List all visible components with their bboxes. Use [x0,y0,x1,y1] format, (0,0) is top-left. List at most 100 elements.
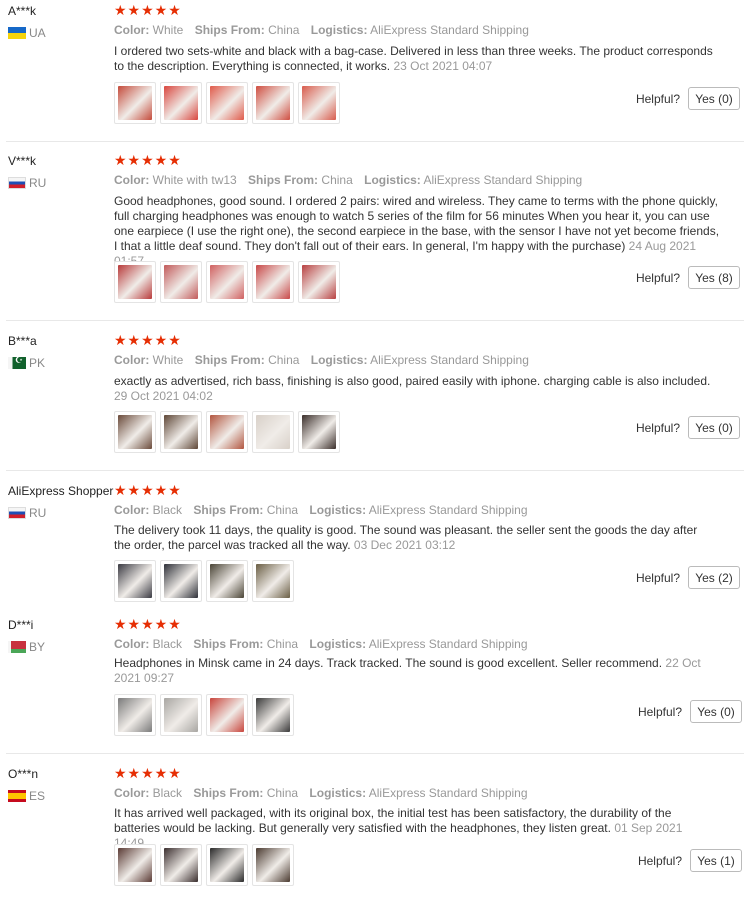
logistics-label: Logistics: [310,353,368,367]
review-photo[interactable] [206,844,248,886]
ships-from-value: China [266,503,299,517]
helpful-row: Helpful? Yes (8) [636,266,740,289]
review-item: V***k RU ★★★★★ Color: White with tw13 Sh… [0,150,750,320]
review-photo[interactable] [298,82,340,124]
review-item: B***a PK ★★★★★ Color: White Ships From: … [0,330,750,470]
color-value: White [152,23,184,37]
helpful-yes-button[interactable]: Yes (0) [690,700,742,723]
reviewer-country: UA [8,26,46,40]
review-meta: Color: Black Ships From: China Logistics… [114,786,528,800]
review-photo[interactable] [114,261,156,303]
photo-swatch [210,564,244,598]
color-value: White [152,353,184,367]
review-photo[interactable] [206,82,248,124]
review-photo[interactable] [114,560,156,602]
logistics-value: AliExpress Standard Shipping [423,173,583,187]
photo-swatch [210,265,244,299]
review-photo[interactable] [206,694,248,736]
review-photo[interactable] [206,411,248,453]
review-photo[interactable] [114,844,156,886]
ships-from-label: Ships From: [193,503,264,517]
review-item: O***n ES ★★★★★ Color: Black Ships From: … [0,763,750,900]
reviewer-name: O***n [8,767,39,781]
review-photo[interactable] [114,411,156,453]
country-code: PK [29,356,46,370]
ships-from-value: China [266,637,299,651]
reviewer-country: RU [8,506,46,520]
photo-swatch [118,86,152,120]
photo-swatch [164,848,198,882]
photo-swatch [164,415,198,449]
helpful-label: Helpful? [635,570,680,585]
photo-swatch [256,848,290,882]
reviewer-name: B***a [8,334,37,348]
review-text: exactly as advertised, rich bass, finish… [114,374,724,404]
photo-swatch [118,564,152,598]
helpful-yes-button[interactable]: Yes (0) [688,87,740,110]
review-photo[interactable] [160,844,202,886]
review-photo[interactable] [160,411,202,453]
color-value: White with tw13 [152,173,237,187]
color-label: Color: [114,786,150,800]
review-photo[interactable] [252,261,294,303]
review-photo[interactable] [252,411,294,453]
review-photo[interactable] [252,560,294,602]
review-photo[interactable] [298,261,340,303]
logistics-label: Logistics: [309,786,367,800]
review-photo[interactable] [206,261,248,303]
review-photo[interactable] [206,560,248,602]
review-item: D***i BY ★★★★★ Color: Black Ships From: … [0,614,750,744]
review-photo[interactable] [114,694,156,736]
review-photo[interactable] [252,82,294,124]
helpful-yes-button[interactable]: Yes (0) [688,416,740,439]
review-photos [114,261,340,303]
color-label: Color: [114,637,150,651]
star-rating: ★★★★★ [114,482,182,498]
color-label: Color: [114,503,150,517]
review-photo[interactable] [114,82,156,124]
logistics-value: AliExpress Standard Shipping [368,503,528,517]
photo-swatch [210,698,244,732]
helpful-row: Helpful? Yes (0) [636,416,740,439]
helpful-label: Helpful? [637,704,682,719]
photo-swatch [164,564,198,598]
country-code: ES [29,789,46,803]
review-photo[interactable] [160,261,202,303]
review-item: A***k UA ★★★★★ Color: White Ships From: … [0,0,750,140]
review-meta: Color: Black Ships From: China Logistics… [114,637,528,651]
photo-swatch [210,415,244,449]
helpful-yes-button[interactable]: Yes (2) [688,566,740,589]
star-rating: ★★★★★ [114,616,182,632]
review-photo[interactable] [160,694,202,736]
helpful-yes-button[interactable]: Yes (1) [690,849,742,872]
helpful-yes-button[interactable]: Yes (8) [688,266,740,289]
photo-swatch [118,698,152,732]
reviewer-country: RU [8,176,46,190]
ships-from-label: Ships From: [194,353,265,367]
color-label: Color: [114,173,150,187]
review-photo[interactable] [160,560,202,602]
review-body: Headphones in Minsk came in 24 days. Tra… [114,656,663,670]
photo-swatch [302,86,336,120]
review-photo[interactable] [160,82,202,124]
color-value: Black [152,637,183,651]
flag-icon [8,357,26,369]
star-rating: ★★★★★ [114,765,182,781]
country-code: RU [29,506,47,520]
color-label: Color: [114,23,150,37]
reviewer-name: V***k [8,154,37,168]
review-photo[interactable] [252,844,294,886]
helpful-row: Helpful? Yes (2) [636,566,740,589]
photo-swatch [302,415,336,449]
review-photo[interactable] [298,411,340,453]
ships-from-value: China [268,23,300,37]
review-photos [114,82,340,124]
flag-icon [8,27,26,39]
review-photo[interactable] [252,694,294,736]
ships-from-value: China [266,786,299,800]
review-meta: Color: White Ships From: China Logistics… [114,353,529,367]
photo-swatch [118,848,152,882]
review-divider [6,470,744,471]
review-text: Headphones in Minsk came in 24 days. Tra… [114,656,714,686]
reviewer-country: ES [8,789,45,803]
